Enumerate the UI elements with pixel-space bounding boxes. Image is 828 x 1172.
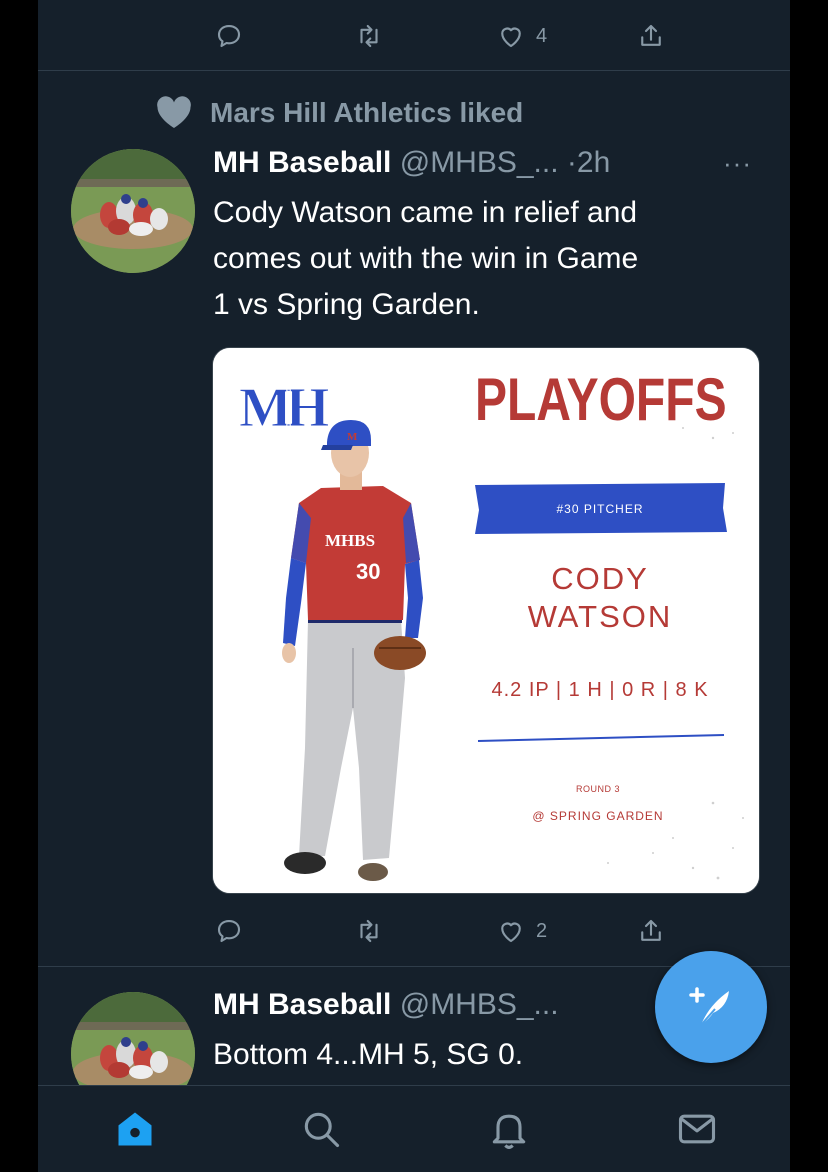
compose-feather-icon: [689, 987, 729, 1026]
retweet-icon: [360, 919, 378, 943]
home-icon: [118, 1112, 152, 1146]
round-text: ROUND 3: [576, 784, 620, 794]
tab-home[interactable]: [110, 1104, 160, 1154]
avatar[interactable]: [71, 149, 195, 273]
tweet-action-bar: 2: [38, 911, 790, 951]
retweet-button[interactable]: [354, 911, 384, 951]
social-context[interactable]: Mars Hill Athletics liked: [156, 96, 523, 130]
svg-text:M: M: [347, 431, 358, 443]
like-button[interactable]: 4: [496, 16, 547, 56]
more-options-button[interactable]: ···: [723, 148, 752, 179]
retweet-icon: [360, 24, 378, 48]
tweet-text-line: Cody Watson came in relief and: [213, 196, 638, 229]
tab-messages[interactable]: [672, 1104, 722, 1154]
jersey-text: MHBS: [325, 531, 375, 550]
tweet-time: ·2h: [566, 146, 611, 179]
liked-heart-icon: [157, 96, 191, 128]
team-photo-avatar: [71, 149, 195, 273]
jersey-number: 30: [356, 559, 380, 584]
social-context-text: Mars Hill Athletics liked: [210, 97, 524, 128]
next-tweet-header: MH Baseball @MHBS_...: [213, 988, 559, 1022]
reply-icon: [217, 24, 241, 48]
share-icon: [641, 919, 661, 941]
share-button[interactable]: [636, 16, 666, 56]
prev-tweet-action-bar: 4: [38, 16, 790, 56]
author-handle[interactable]: @MHBS_...: [400, 146, 559, 179]
player-last-name: WATSON: [528, 599, 673, 634]
reply-button[interactable]: [214, 16, 244, 56]
reply-button[interactable]: [214, 911, 244, 951]
mail-icon: [678, 1114, 716, 1144]
author-name[interactable]: MH Baseball: [213, 146, 391, 179]
playoffs-headline: PLAYOFFS: [475, 366, 727, 433]
tab-search[interactable]: [296, 1104, 346, 1154]
divider: [38, 70, 790, 71]
like-count: 2: [536, 919, 548, 942]
bottom-tab-bar: [38, 1085, 790, 1172]
retweet-button[interactable]: [354, 16, 384, 56]
author-name[interactable]: MH Baseball: [213, 988, 391, 1021]
bell-icon: [492, 1114, 526, 1149]
search-icon: [304, 1112, 340, 1148]
banner-text: #30 PITCHER: [556, 502, 643, 516]
like-button[interactable]: 2: [496, 911, 547, 951]
tweet-text: Cody Watson came in relief and comes out…: [213, 190, 773, 328]
share-icon: [641, 24, 661, 46]
timeline-screen: 4 Mars Hill Athletics liked MH Baseball: [38, 0, 790, 1172]
heart-icon: [501, 922, 521, 943]
reply-icon: [217, 919, 241, 943]
tweet-media-image[interactable]: MH PLAYOFFS #30 PITCHER CODY WATSON 4.2 …: [212, 347, 760, 894]
compose-tweet-button[interactable]: [655, 951, 767, 1063]
tweet-header: MH Baseball @MHBS_... ·2h: [213, 146, 610, 180]
playoffs-graphic: MH PLAYOFFS #30 PITCHER CODY WATSON 4.2 …: [213, 348, 759, 893]
player-first-name: CODY: [551, 561, 649, 596]
like-count: 4: [536, 24, 548, 47]
author-handle[interactable]: @MHBS_...: [400, 988, 559, 1021]
mh-logo: MH: [239, 377, 329, 439]
tweet-text-line: 1 vs Spring Garden.: [213, 288, 480, 321]
tab-notifications[interactable]: [484, 1104, 534, 1154]
share-button[interactable]: [636, 911, 666, 951]
heart-icon: [501, 27, 521, 48]
location-text: @ SPRING GARDEN: [532, 809, 663, 823]
tweet-text-line: comes out with the win in Game: [213, 242, 639, 275]
pitching-stats: 4.2 IP | 1 H | 0 R | 8 K: [491, 679, 708, 701]
